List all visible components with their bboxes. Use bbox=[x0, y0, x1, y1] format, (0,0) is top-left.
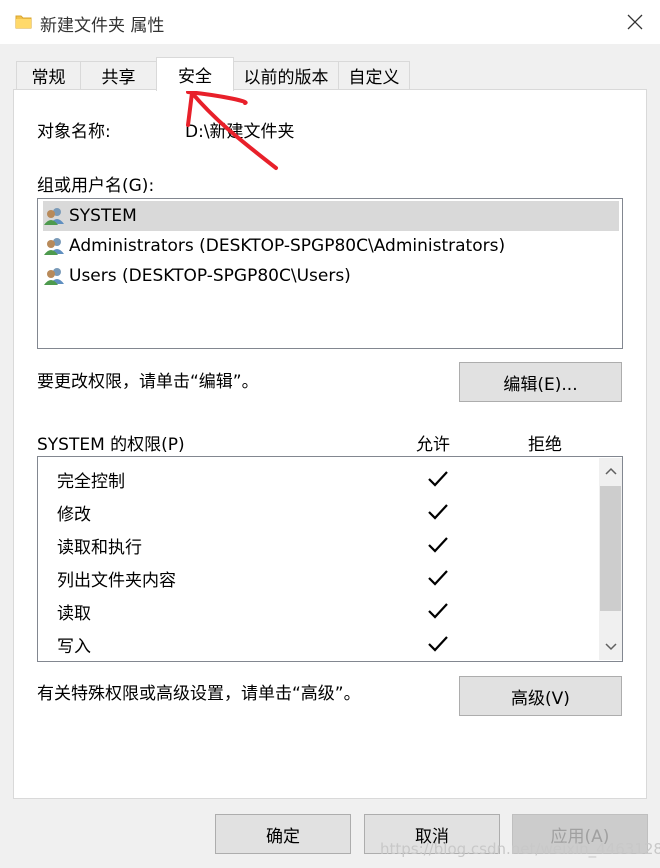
permissions-scrollbar[interactable] bbox=[599, 458, 622, 660]
chevron-down-icon bbox=[604, 643, 617, 651]
groups-listbox[interactable]: SYSTEM Administrators (DESKTOP-SPGP80C\A… bbox=[37, 198, 623, 349]
permissions-list: 完全控制 修改 读取和执行 列出文件夹内容 读取 写入 bbox=[37, 456, 623, 662]
list-item-label: Administrators (DESKTOP-SPGP80C\Administ… bbox=[69, 236, 506, 256]
user-group-icon bbox=[44, 208, 64, 225]
folder-icon bbox=[15, 15, 32, 29]
user-group-icon bbox=[44, 238, 64, 255]
title-bar: 新建文件夹 属性 bbox=[0, 0, 660, 44]
advanced-hint: 有关特殊权限或高级设置，请单击“高级”。 bbox=[37, 684, 361, 704]
chevron-up-icon bbox=[604, 467, 617, 475]
list-item-administrators[interactable]: Administrators (DESKTOP-SPGP80C\Administ… bbox=[43, 231, 619, 261]
permission-row: 完全控制 bbox=[57, 471, 125, 492]
permission-row: 读取和执行 bbox=[57, 537, 142, 558]
permission-row: 列出文件夹内容 bbox=[57, 570, 176, 591]
allow-header: 允许 bbox=[416, 435, 450, 455]
ok-button[interactable]: 确定 bbox=[215, 814, 351, 854]
check-icon bbox=[428, 537, 448, 553]
close-button[interactable] bbox=[618, 6, 652, 38]
list-item-system[interactable]: SYSTEM bbox=[43, 201, 619, 231]
scroll-up-button[interactable] bbox=[599, 460, 622, 482]
tab-sharing[interactable]: 共享 bbox=[80, 61, 157, 89]
check-icon bbox=[428, 636, 448, 652]
advanced-button[interactable]: 高级(V) bbox=[459, 676, 622, 716]
user-group-icon bbox=[44, 268, 64, 285]
watermark: https://blog.csdn.net/weixin_44631286 bbox=[380, 840, 660, 858]
object-name-label: 对象名称: bbox=[37, 122, 111, 142]
check-icon bbox=[428, 570, 448, 586]
edit-button[interactable]: 编辑(E)... bbox=[459, 362, 622, 402]
groups-label: 组或用户名(G): bbox=[37, 176, 155, 196]
object-name-value: D:\新建文件夹 bbox=[185, 122, 295, 142]
edit-hint: 要更改权限，请单击“编辑”。 bbox=[37, 372, 259, 392]
tab-previous-versions[interactable]: 以前的版本 bbox=[233, 61, 339, 89]
tab-security[interactable]: 安全 bbox=[156, 57, 234, 91]
check-icon bbox=[428, 471, 448, 487]
check-icon bbox=[428, 504, 448, 520]
list-item-users[interactable]: Users (DESKTOP-SPGP80C\Users) bbox=[43, 261, 619, 291]
permission-row: 读取 bbox=[57, 603, 91, 624]
tab-general[interactable]: 常规 bbox=[16, 61, 81, 89]
scroll-thumb[interactable] bbox=[600, 486, 621, 611]
permission-row: 写入 bbox=[57, 636, 91, 657]
permissions-label: SYSTEM 的权限(P) bbox=[37, 435, 185, 455]
permission-row: 修改 bbox=[57, 504, 91, 525]
tab-customize[interactable]: 自定义 bbox=[338, 61, 410, 89]
close-icon bbox=[627, 14, 643, 30]
list-item-label: SYSTEM bbox=[69, 206, 137, 226]
deny-header: 拒绝 bbox=[528, 435, 562, 455]
check-icon bbox=[428, 603, 448, 619]
scroll-down-button[interactable] bbox=[599, 636, 622, 658]
window-title: 新建文件夹 属性 bbox=[40, 16, 165, 36]
list-item-label: Users (DESKTOP-SPGP80C\Users) bbox=[69, 266, 351, 286]
